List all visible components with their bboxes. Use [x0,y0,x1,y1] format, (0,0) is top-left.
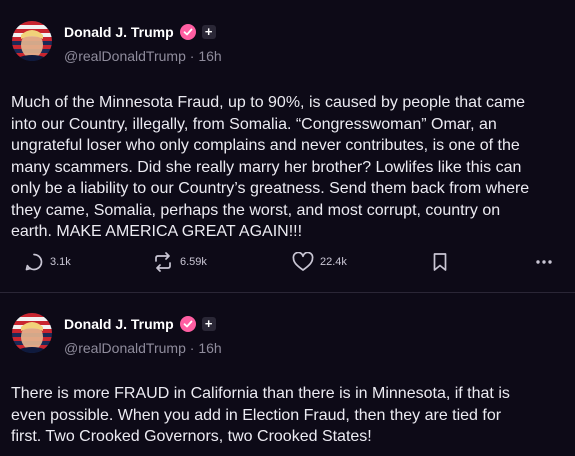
author-handle[interactable]: @realDonaldTrump [64,340,186,356]
reply-count: 3.1k [50,256,71,268]
more-icon [536,260,552,264]
author-row: Donald J. Trump + [64,316,216,332]
post-time[interactable]: 16h [198,340,221,356]
author-meta: @realDonaldTrump · 16h [64,48,222,64]
avatar[interactable] [12,313,52,353]
reply-icon [25,253,43,271]
bookmark-icon [433,253,447,271]
repost-button[interactable]: 6.59k [152,252,207,272]
author-name[interactable]: Donald J. Trump [64,316,174,332]
like-button[interactable]: 22.4k [292,252,347,272]
verified-icon [179,316,196,332]
author-handle[interactable]: @realDonaldTrump [64,48,186,64]
post-text: There is more FRAUD in California than t… [11,385,510,445]
add-button[interactable]: + [201,317,216,331]
repost-count: 6.59k [180,256,207,268]
post[interactable]: Donald J. Trump + @realDonaldTrump · 16h… [0,0,575,292]
post-text: Much of the Minnesota Fraud, up to 90%, … [11,94,530,240]
bookmark-button[interactable] [432,252,448,272]
verified-icon [179,24,196,40]
post-time[interactable]: 16h [198,48,221,64]
author-name[interactable]: Donald J. Trump [64,24,174,40]
reply-button[interactable]: 3.1k [24,252,71,272]
author-row: Donald J. Trump + [64,24,216,40]
author-meta: @realDonaldTrump · 16h [64,340,222,356]
more-button[interactable] [534,252,554,272]
like-icon [292,252,314,271]
add-button[interactable]: + [201,25,216,39]
post[interactable]: Donald J. Trump + @realDonaldTrump · 16h… [0,292,575,456]
like-count: 22.4k [320,256,347,268]
repost-icon [155,252,171,272]
avatar[interactable] [12,21,52,61]
action-bar: 3.1k 6.59k 22.4k [24,252,559,276]
